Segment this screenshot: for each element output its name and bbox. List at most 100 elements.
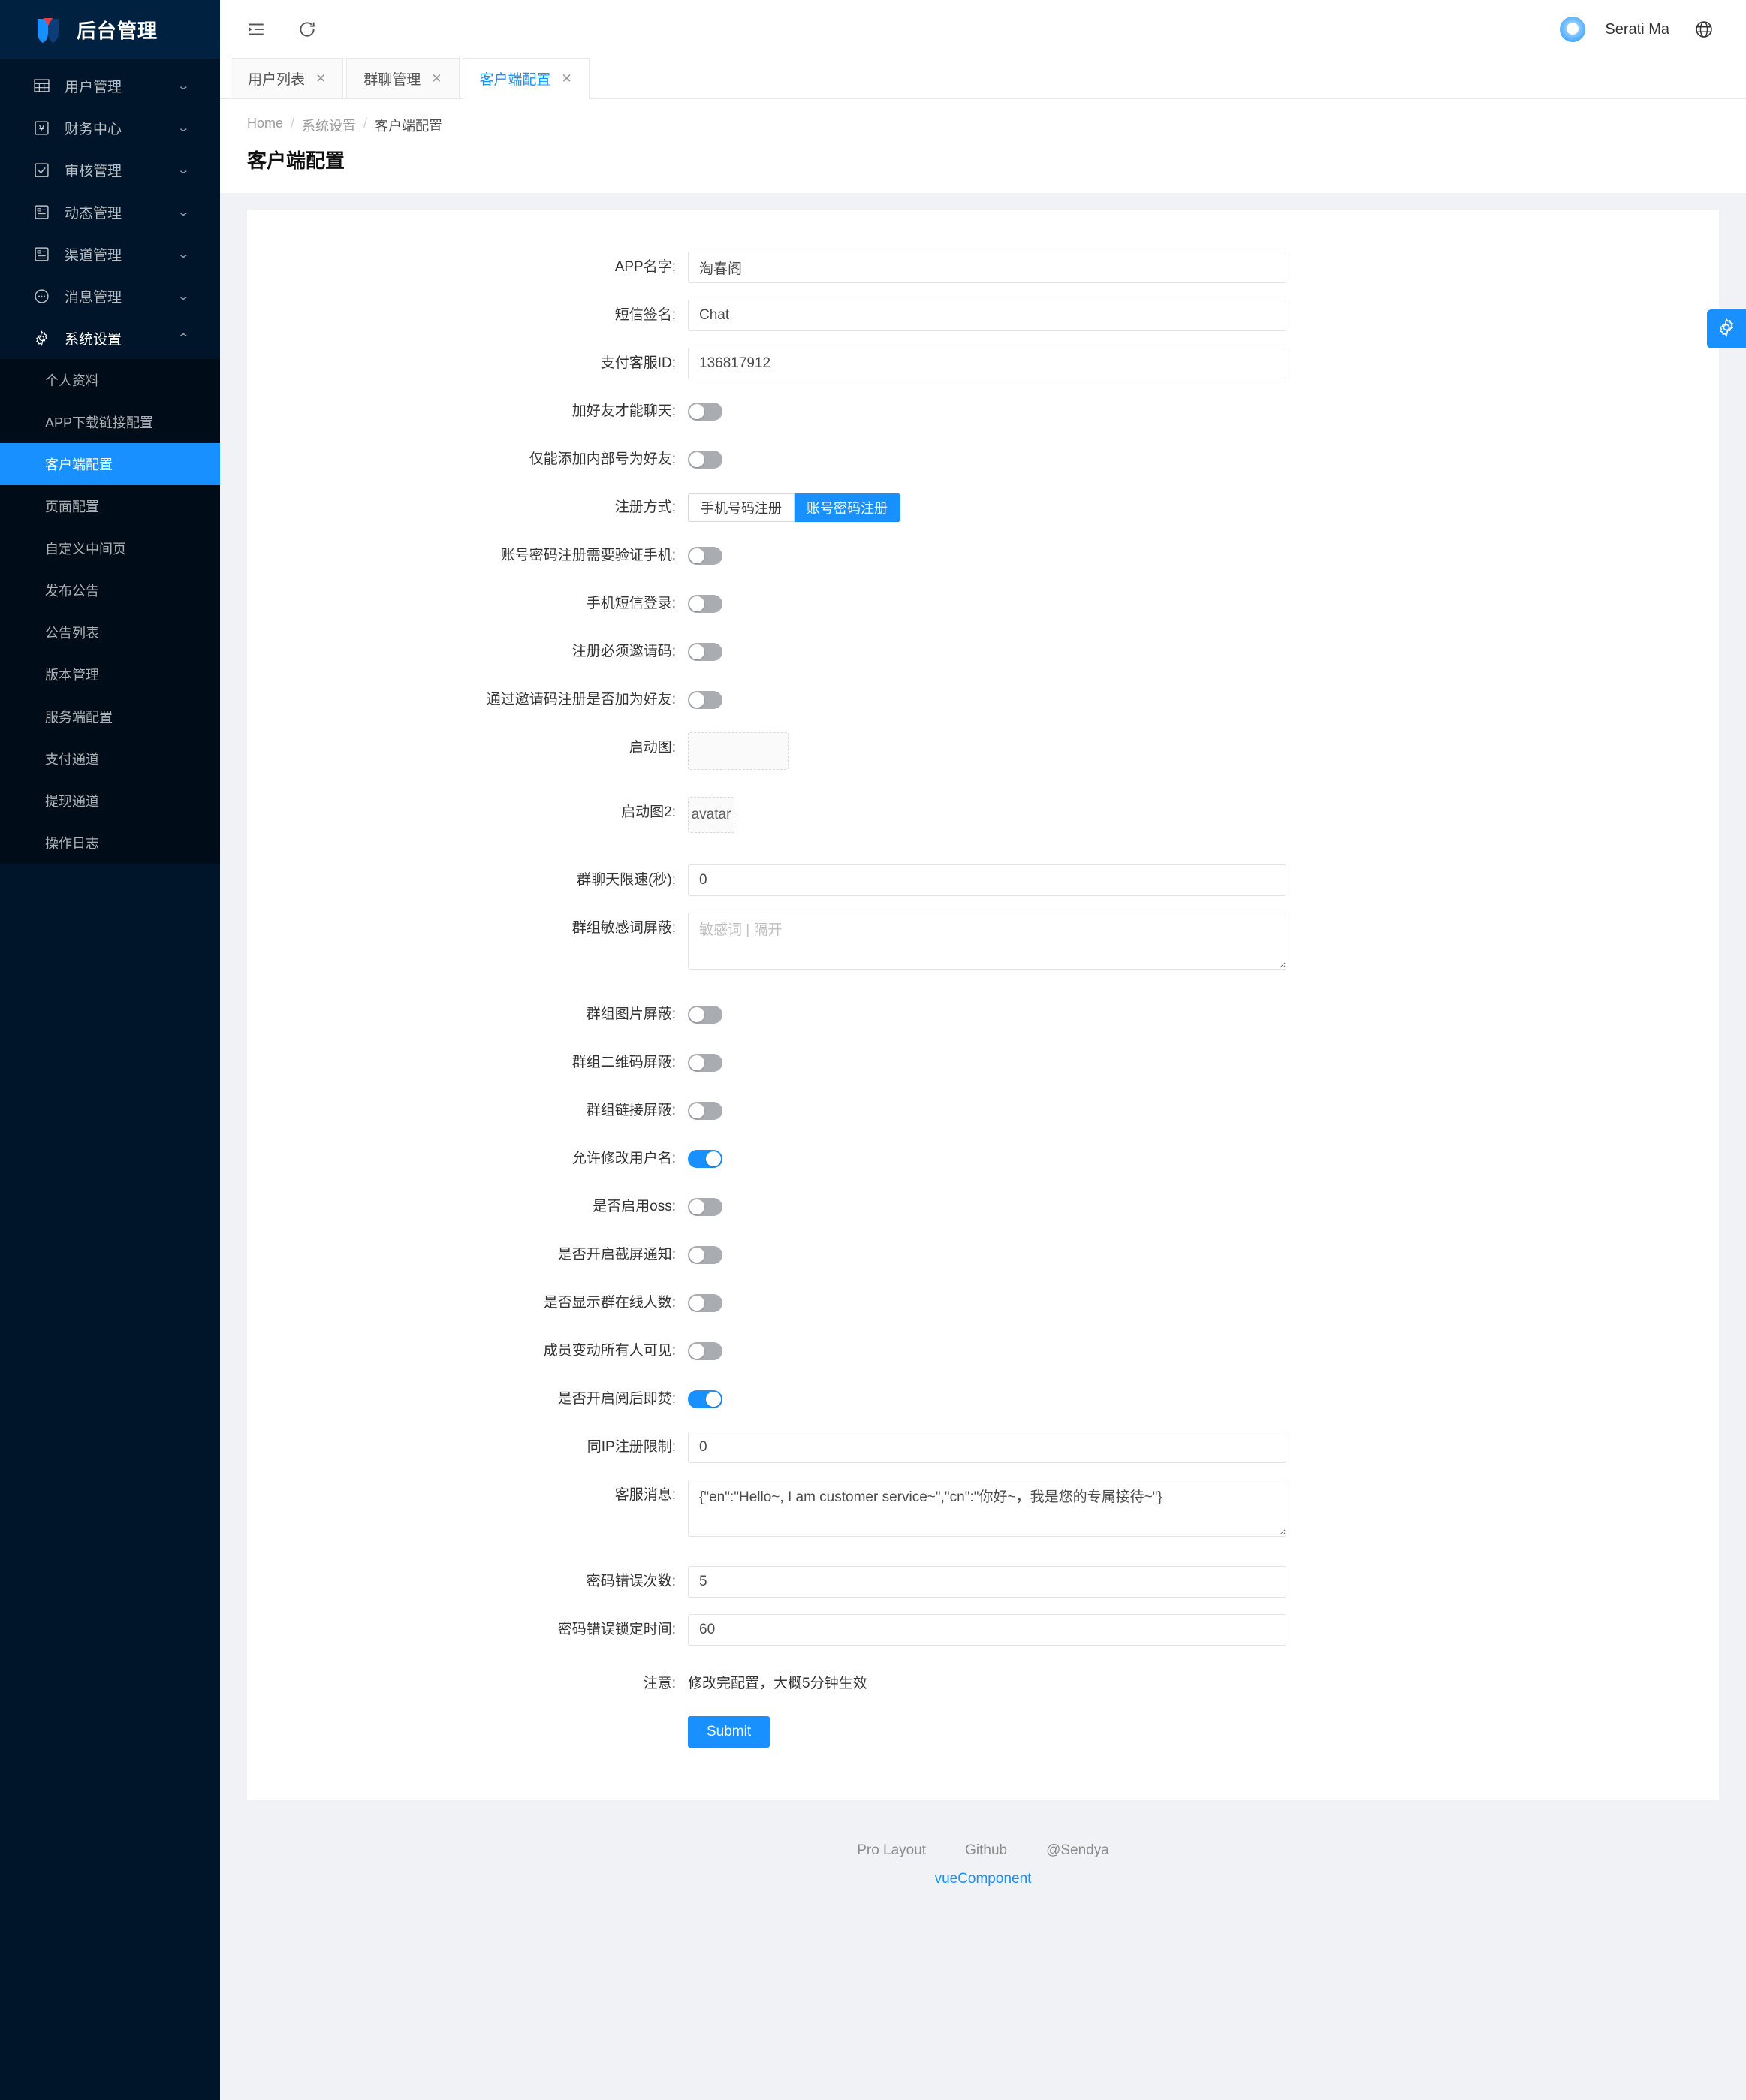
- field-label: APP名字:: [614, 259, 676, 275]
- group-image-block-toggle[interactable]: [688, 1006, 722, 1024]
- toggle-knob: [689, 1007, 704, 1022]
- sidebar-subitem-profile[interactable]: 个人资料: [0, 359, 220, 401]
- splash-image-uploader[interactable]: [688, 732, 789, 770]
- sms-login-toggle[interactable]: [688, 595, 722, 613]
- tab-group-chat-management[interactable]: 群聊管理 ✕: [346, 58, 460, 98]
- submit-spacer: [247, 1716, 688, 1748]
- group-sensitive-words-textarea[interactable]: [688, 913, 1286, 970]
- sidebar-subitem-page-config[interactable]: 页面配置: [0, 485, 220, 527]
- footer-copyright[interactable]: vueComponent: [247, 1871, 1719, 1887]
- toggle-knob: [689, 548, 704, 563]
- brand-title: 后台管理: [77, 19, 158, 42]
- sidebar-subitem-payment-channel[interactable]: 支付通道: [0, 738, 220, 780]
- screenshot-notify-toggle[interactable]: [688, 1246, 722, 1264]
- group-chat-rate-limit-input[interactable]: [688, 864, 1286, 896]
- sidebar-subitem-withdraw-channel[interactable]: 提现通道: [0, 780, 220, 822]
- group-link-block-toggle[interactable]: [688, 1102, 722, 1120]
- show-group-online-count-toggle[interactable]: [688, 1294, 722, 1312]
- sidebar-subitem-client-config[interactable]: 客户端配置: [0, 443, 220, 485]
- field-label: 是否开启截屏通知:: [557, 1247, 676, 1263]
- breadcrumb-item-home[interactable]: Home: [247, 116, 283, 135]
- check-square-icon: [32, 162, 51, 178]
- sidebar-subitem-label: 客户端配置: [45, 457, 113, 472]
- sidebar-item-moments-management[interactable]: 动态管理 ⌄: [0, 191, 220, 233]
- sidebar-subitem-label: APP下载链接配置: [45, 415, 154, 430]
- toggle-knob: [689, 1199, 704, 1214]
- sidebar-subitem-publish-announcement[interactable]: 发布公告: [0, 569, 220, 611]
- sidebar-item-label: 审核管理: [65, 163, 122, 180]
- field-label: 群组敏感词屏蔽:: [571, 920, 676, 936]
- form-row-group-image-block: 群组图片屏蔽:: [247, 999, 1719, 1030]
- customer-service-message-textarea[interactable]: {"en":"Hello~, I am customer service~","…: [688, 1480, 1286, 1537]
- sidebar-subitem-operation-log[interactable]: 操作日志: [0, 822, 220, 864]
- close-icon[interactable]: ✕: [315, 71, 326, 86]
- payment-service-id-input[interactable]: [688, 348, 1286, 379]
- menu-fold-icon[interactable]: [241, 14, 271, 44]
- form-row-password-lock-time: 密码错误锁定时间:: [247, 1614, 1719, 1646]
- sidebar-subitem-announcement-list[interactable]: 公告列表: [0, 611, 220, 653]
- form-row-customer-service-message: 客服消息: {"en":"Hello~, I am customer servi…: [247, 1480, 1719, 1540]
- breadcrumb-item-system-settings[interactable]: 系统设置: [302, 116, 356, 135]
- sms-signature-input[interactable]: [688, 300, 1286, 331]
- password-lock-time-input[interactable]: [688, 1614, 1286, 1646]
- same-ip-register-limit-input[interactable]: [688, 1432, 1286, 1463]
- field-label: 支付客服ID:: [600, 355, 676, 371]
- form-row-group-sensitive-words: 群组敏感词屏蔽:: [247, 913, 1719, 973]
- tab-label: 客户端配置: [479, 72, 551, 88]
- toggle-knob: [689, 404, 704, 419]
- footer-link-pro-layout[interactable]: Pro Layout: [857, 1842, 926, 1859]
- sidebar-item-audit-management[interactable]: 审核管理 ⌄: [0, 149, 220, 191]
- sidebar-item-finance-center[interactable]: 财务中心 ⌄: [0, 107, 220, 149]
- sidebar-item-label: 消息管理: [65, 289, 122, 306]
- footer-link-github[interactable]: Github: [965, 1842, 1007, 1859]
- sidebar-item-label: 系统设置: [65, 331, 122, 348]
- wallet-icon: [32, 120, 51, 136]
- submit-button[interactable]: Submit: [688, 1716, 770, 1748]
- splash-image-2-uploader[interactable]: avatar: [688, 797, 734, 833]
- close-icon[interactable]: ✕: [431, 71, 442, 86]
- reload-icon[interactable]: [292, 14, 322, 44]
- enable-oss-toggle[interactable]: [688, 1198, 722, 1216]
- breadcrumb-item-client-config: 客户端配置: [375, 119, 443, 134]
- tab-client-config[interactable]: 客户端配置 ✕: [462, 58, 590, 99]
- invite-code-required-toggle[interactable]: [688, 643, 722, 661]
- form-row-registration-method: 注册方式: 手机号码注册 账号密码注册: [247, 492, 1719, 523]
- user-name[interactable]: Serati Ma: [1605, 21, 1669, 38]
- chevron-down-icon: ⌄: [176, 248, 191, 261]
- member-change-visible-toggle[interactable]: [688, 1342, 722, 1360]
- app-name-input[interactable]: [688, 252, 1286, 283]
- password-error-count-input[interactable]: [688, 1566, 1286, 1598]
- invite-code-auto-friend-toggle[interactable]: [688, 691, 722, 709]
- field-label: 群组链接屏蔽:: [586, 1103, 676, 1118]
- sidebar-subitem-app-download-link[interactable]: APP下载链接配置: [0, 401, 220, 443]
- form-row-burn-after-reading: 是否开启阅后即焚:: [247, 1383, 1719, 1415]
- sidebar-logo[interactable]: 后台管理: [0, 0, 220, 59]
- close-icon[interactable]: ✕: [562, 71, 572, 86]
- form-row-password-error-count: 密码错误次数:: [247, 1566, 1719, 1598]
- settings-drawer-handle[interactable]: [1707, 309, 1746, 348]
- group-qrcode-block-toggle[interactable]: [688, 1054, 722, 1072]
- sidebar-subitem-version-management[interactable]: 版本管理: [0, 653, 220, 695]
- internal-only-friends-toggle[interactable]: [688, 451, 722, 469]
- footer-link-sendya[interactable]: @Sendya: [1046, 1842, 1109, 1859]
- registration-method-option-phone[interactable]: 手机号码注册: [688, 493, 795, 522]
- tab-user-list[interactable]: 用户列表 ✕: [231, 58, 344, 98]
- account-register-verify-phone-toggle[interactable]: [688, 547, 722, 565]
- sidebar-item-system-settings[interactable]: 系统设置 ⌃: [0, 317, 220, 359]
- sidebar-subitem-custom-middle-page[interactable]: 自定义中间页: [0, 527, 220, 569]
- allow-username-change-toggle[interactable]: [688, 1150, 722, 1168]
- field-label: 通过邀请码注册是否加为好友:: [486, 692, 676, 708]
- toggle-knob: [689, 644, 704, 659]
- registration-method-option-account[interactable]: 账号密码注册: [795, 493, 900, 522]
- sidebar-item-message-management[interactable]: 消息管理 ⌄: [0, 275, 220, 317]
- burn-after-reading-toggle[interactable]: [688, 1390, 722, 1408]
- avatar[interactable]: [1560, 17, 1586, 42]
- sidebar-subitem-server-config[interactable]: 服务端配置: [0, 695, 220, 738]
- globe-icon[interactable]: [1689, 14, 1719, 44]
- page-header: Home / 系统设置 / 客户端配置 客户端配置: [220, 99, 1746, 193]
- sidebar-item-channel-management[interactable]: 渠道管理 ⌄: [0, 233, 220, 275]
- form-row-show-group-online-count: 是否显示群在线人数:: [247, 1287, 1719, 1319]
- friend-required-to-chat-toggle[interactable]: [688, 403, 722, 421]
- sidebar-item-user-management[interactable]: 用户管理 ⌄: [0, 65, 220, 107]
- toggle-knob: [689, 1055, 704, 1070]
